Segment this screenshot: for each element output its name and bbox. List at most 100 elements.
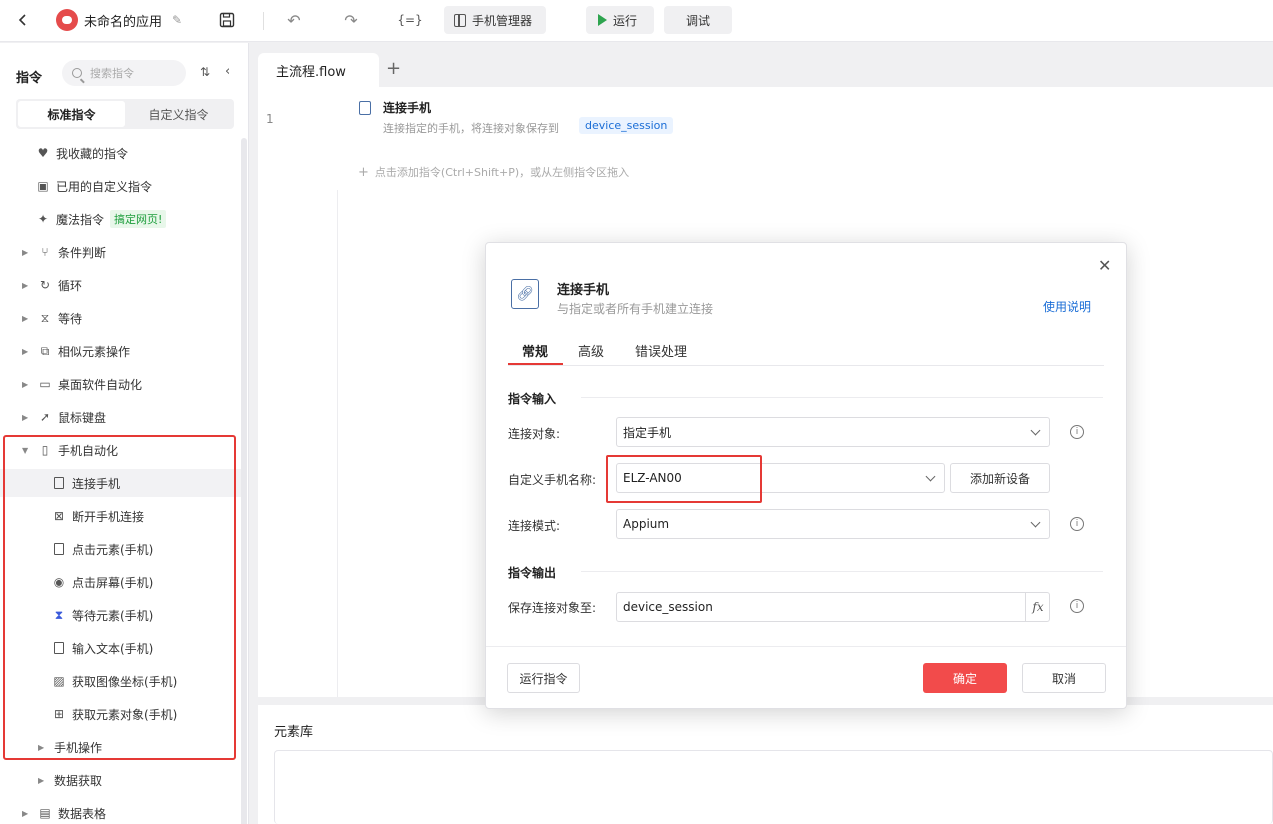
help-link[interactable]: 使用说明 <box>1043 298 1091 315</box>
add-device-button[interactable]: 添加新设备 <box>950 463 1050 493</box>
link-icon: 🔗︎ <box>511 279 539 309</box>
phone-manager-icon <box>454 13 466 27</box>
cancel-button[interactable]: 取消 <box>1022 663 1106 693</box>
sidebar-item-loop[interactable]: ▶ ↻ 循环 <box>0 271 241 299</box>
active-tab-indicator <box>508 363 563 365</box>
input-section-title: 指令输入 <box>508 392 557 406</box>
chevron-down-icon <box>925 471 936 482</box>
section-divider <box>581 397 1103 398</box>
add-hint-text: 点击添加指令(Ctrl+Shift+P)，或从左侧指令区拖入 <box>374 166 630 179</box>
sidebar-item-used-custom[interactable]: ▣ 已用的自定义指令 <box>0 172 241 200</box>
sidebar-item-similar-elements[interactable]: ▶ ⧉ 相似元素操作 <box>0 337 241 365</box>
expand-arrow-icon: ▶ <box>22 412 29 422</box>
annotation-highlight-box <box>606 455 762 503</box>
sidebar-item-favorites[interactable]: ♥ 我收藏的指令 <box>0 139 241 167</box>
redo-icon[interactable]: ↷ <box>341 10 361 30</box>
element-library-area[interactable] <box>274 750 1273 824</box>
mode-select[interactable]: Appium <box>616 509 1050 539</box>
info-icon[interactable]: i <box>1070 425 1084 439</box>
annotation-highlight-frame <box>3 435 236 760</box>
sidebar-item-label: 循环 <box>58 278 83 293</box>
sidebar-item-label: 桌面软件自动化 <box>58 377 143 392</box>
back-icon[interactable] <box>12 9 34 31</box>
sidebar-scrollbar[interactable] <box>241 138 247 824</box>
add-command-hint[interactable]: + 点击添加指令(Ctrl+Shift+P)，或从左侧指令区拖入 <box>358 164 629 180</box>
save-icon[interactable] <box>217 10 237 30</box>
sidebar-item-desktop-automation[interactable]: ▶ ▭ 桌面软件自动化 <box>0 370 241 398</box>
app-title: 未命名的应用 <box>84 15 163 30</box>
run-command-button[interactable]: 运行指令 <box>507 663 580 693</box>
command-search-input[interactable]: 搜索指令 <box>62 60 186 86</box>
sidebar-item-label: 数据表格 <box>58 806 107 821</box>
dialog-title: 连接手机 <box>557 283 610 298</box>
sidebar-item-label: 数据获取 <box>54 773 103 788</box>
tab-standard-commands[interactable]: 标准指令 <box>18 101 125 127</box>
sidebar-item-wait[interactable]: ▶ ⧖ 等待 <box>0 304 241 332</box>
save-target-label: 保存连接对象至: <box>508 601 597 615</box>
sort-icon[interactable]: ⇅ <box>200 65 210 79</box>
info-icon[interactable]: i <box>1070 517 1084 531</box>
collapse-sidebar-icon[interactable]: ‹ <box>225 64 230 79</box>
toolbar-divider <box>263 12 264 30</box>
step-title[interactable]: 连接手机 <box>383 99 431 116</box>
search-placeholder: 搜索指令 <box>90 67 134 80</box>
info-icon[interactable]: i <box>1070 599 1084 613</box>
tab-general[interactable]: 常规 <box>522 341 548 360</box>
output-section-title: 指令输出 <box>508 566 557 580</box>
element-library-title: 元素库 <box>274 725 314 740</box>
table-icon: ▤ <box>39 806 51 820</box>
sidebar-item-label: 我收藏的指令 <box>56 146 129 161</box>
mode-label: 连接模式: <box>508 519 561 533</box>
copy-icon: ⧉ <box>40 343 50 358</box>
branch-icon: ⑂ <box>41 245 49 259</box>
expand-arrow-icon: ▶ <box>22 313 29 323</box>
dialog-subtitle: 与指定或者所有手机建立连接 <box>557 302 714 316</box>
chevron-down-icon <box>1030 425 1041 436</box>
step-variable-chip[interactable]: device_session <box>579 117 674 134</box>
tab-main-flow[interactable]: 主流程.flow <box>258 53 379 87</box>
close-icon[interactable]: ✕ <box>1098 256 1111 275</box>
expand-arrow-icon: ▶ <box>22 247 29 257</box>
sidebar-item-label: 条件判断 <box>58 245 107 260</box>
sidebar-item-label: 魔法指令 <box>56 212 105 227</box>
expand-arrow-icon: ▶ <box>38 775 45 785</box>
expand-arrow-icon: ▶ <box>22 346 29 356</box>
tab-advanced[interactable]: 高级 <box>578 341 604 360</box>
fx-icon[interactable]: fx <box>1025 593 1050 621</box>
connect-phone-step-icon <box>359 101 371 115</box>
sidebar-item-label: 已用的自定义指令 <box>56 179 153 194</box>
save-variable-input[interactable]: device_session <box>616 592 1050 622</box>
tab-error-handling[interactable]: 错误处理 <box>635 341 687 360</box>
target-select[interactable]: 指定手机 <box>616 417 1050 447</box>
hourglass-icon: ⧖ <box>40 310 50 325</box>
sidebar-item-condition[interactable]: ▶ ⑂ 条件判断 <box>0 238 241 266</box>
section-divider <box>581 571 1103 572</box>
sidebar-item-data-fetch[interactable]: ▶ 数据获取 <box>0 766 241 794</box>
chevron-down-icon <box>1030 517 1041 528</box>
monitor-icon: ▭ <box>39 377 51 391</box>
target-value: 指定手机 <box>623 425 672 440</box>
confirm-button[interactable]: 确定 <box>923 663 1007 693</box>
edit-title-icon[interactable]: ✎ <box>170 12 184 28</box>
run-label: 运行 <box>613 13 638 28</box>
sidebar-item-data-table[interactable]: ▶ ▤ 数据表格 <box>0 799 241 824</box>
undo-icon[interactable]: ↶ <box>284 10 304 30</box>
variables-icon[interactable]: {=} <box>397 10 422 30</box>
target-label: 连接对象: <box>508 427 561 441</box>
debug-button[interactable]: 调试 <box>664 6 732 34</box>
mode-value: Appium <box>623 517 670 531</box>
magic-badge: 搞定网页! <box>110 210 167 228</box>
add-tab-icon[interactable]: + <box>386 58 401 79</box>
calendar-icon: ▣ <box>37 179 49 193</box>
phone-manager-button[interactable]: 手机管理器 <box>444 6 546 34</box>
run-button[interactable]: 运行 <box>586 6 654 34</box>
top-toolbar: 未命名的应用 ✎ ↶ ↷ {=} 手机管理器 运行 调试 <box>0 0 1273 42</box>
sidebar-item-mouse-keyboard[interactable]: ▶ ➚ 鼠标键盘 <box>0 403 241 431</box>
cursor-icon: ➚ <box>39 410 51 424</box>
sidebar-item-magic[interactable]: ✦ 魔法指令 搞定网页! <box>0 205 241 233</box>
expand-arrow-icon: ▶ <box>22 808 29 818</box>
tab-divider <box>508 365 1104 366</box>
search-icon <box>72 68 82 78</box>
tab-custom-commands[interactable]: 自定义指令 <box>125 101 232 127</box>
sidebar-item-label: 相似元素操作 <box>58 344 131 359</box>
